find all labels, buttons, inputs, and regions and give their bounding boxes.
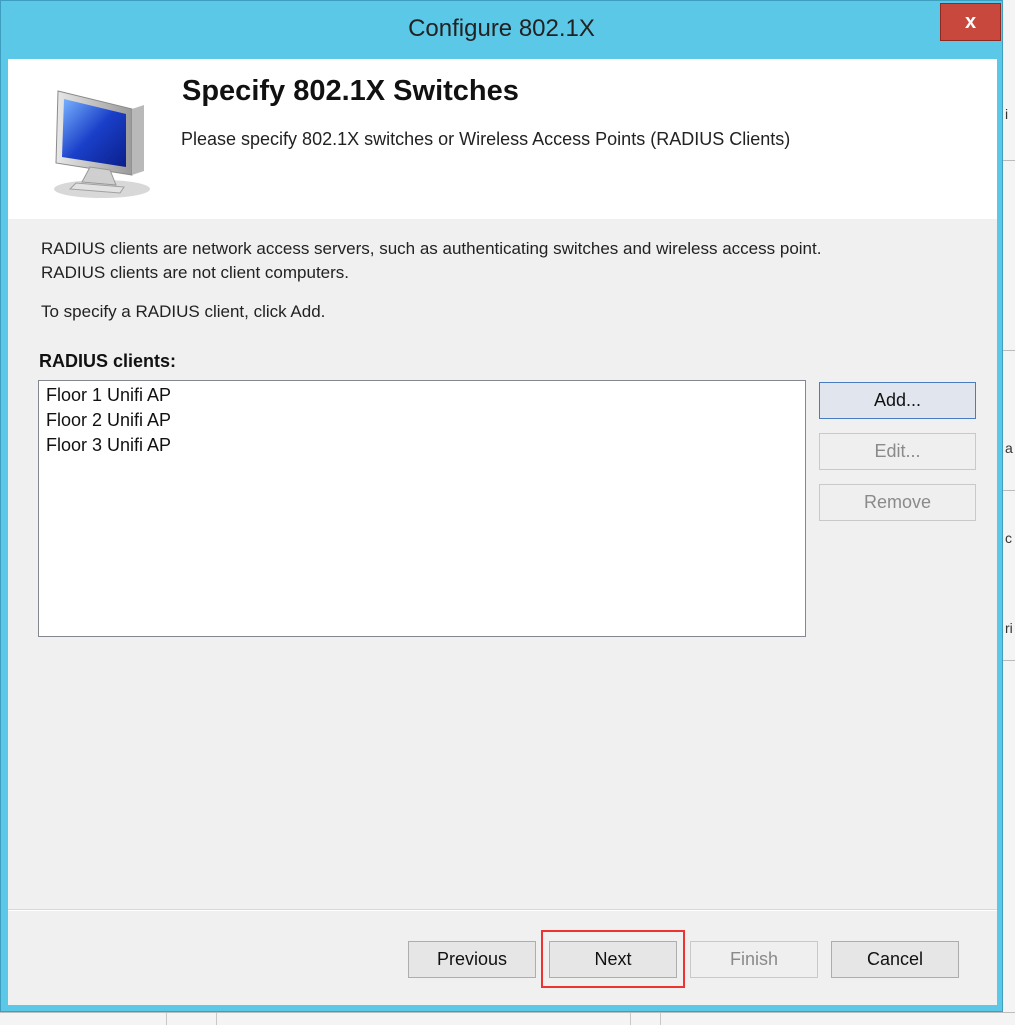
background-window-edge: i a c ri (1003, 0, 1015, 1024)
radius-clients-list[interactable]: Floor 1 Unifi AP Floor 2 Unifi AP Floor … (38, 380, 806, 637)
page-subtitle: Please specify 802.1X switches or Wirele… (181, 129, 791, 149)
wizard-header: Specify 802.1X Switches Please specify 8… (8, 59, 997, 219)
description-line-1: RADIUS clients are network access server… (41, 239, 822, 258)
finish-button[interactable]: Finish (690, 941, 818, 978)
title-bar[interactable]: Configure 802.1X x (1, 1, 1002, 59)
computer-monitor-icon (54, 90, 150, 198)
edit-button[interactable]: Edit... (819, 433, 976, 470)
next-button-highlight (541, 930, 685, 988)
previous-button[interactable]: Previous (408, 941, 536, 978)
remove-button[interactable]: Remove (819, 484, 976, 521)
cancel-button[interactable]: Cancel (831, 941, 959, 978)
list-item[interactable]: Floor 1 Unifi AP (46, 385, 171, 406)
description-line-2: RADIUS clients are not client computers. (41, 263, 350, 282)
description: RADIUS clients are network access server… (41, 237, 821, 285)
list-item[interactable]: Floor 3 Unifi AP (46, 435, 171, 456)
radius-clients-label: RADIUS clients: (39, 351, 177, 371)
configure-dialog: Configure 802.1X x Specify 802.1X Switch… (0, 0, 1003, 1012)
window-title: Configure 802.1X (408, 15, 595, 42)
dialog-content: Specify 802.1X Switches Please specify 8… (8, 59, 997, 1005)
instruction-text: To specify a RADIUS client, click Add. (41, 302, 326, 321)
list-item[interactable]: Floor 2 Unifi AP (46, 410, 171, 431)
add-button[interactable]: Add... (819, 382, 976, 419)
background-window-bottom (0, 1012, 1015, 1025)
close-button[interactable]: x (940, 3, 1001, 41)
page-title: Specify 802.1X Switches (182, 75, 519, 107)
